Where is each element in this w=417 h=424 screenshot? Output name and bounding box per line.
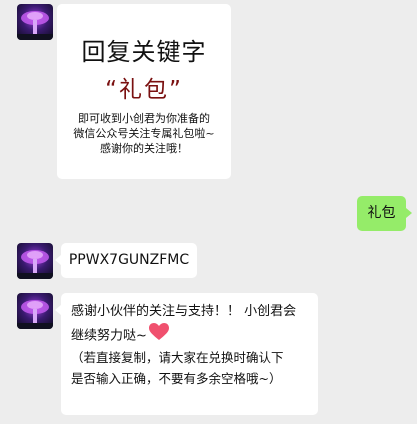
promo-card[interactable]: 回复关键字 “礼包” 即可收到小创君为你准备的 微信公众号关注专属礼包啦~ 感谢… xyxy=(57,4,231,179)
code-message-bubble[interactable]: PPWX7GUNZFMC xyxy=(55,243,197,278)
user-reply-bubble[interactable]: 礼包 xyxy=(357,196,412,231)
avatar[interactable] xyxy=(17,243,53,279)
thanks-text: 感谢小伙伴的关注与支持！！ 小创君会 继续努力哒~ xyxy=(71,301,310,349)
promo-keyword: “礼包” xyxy=(105,77,183,103)
heart-icon xyxy=(148,323,169,349)
thanks-line: 感谢小伙伴的关注与支持！！ 小创君会 xyxy=(71,304,297,319)
promo-desc-line: 微信公众号关注专属礼包啦~ xyxy=(73,127,215,140)
thanks-message-bubble[interactable]: 感谢小伙伴的关注与支持！！ 小创君会 继续努力哒~ （若直接复制，请大家在兑换时… xyxy=(55,293,318,415)
promo-title: 回复关键字 xyxy=(81,38,207,66)
thanks-note: （若直接复制，请大家在兑换时确认下 是否输入正确，不要有多余空格哦~） xyxy=(71,347,310,389)
promo-desc-line: 即可收到小创君为你准备的 xyxy=(78,112,210,125)
avatar[interactable] xyxy=(17,293,53,329)
avatar[interactable] xyxy=(17,4,53,40)
promo-description: 即可收到小创君为你准备的 微信公众号关注专属礼包啦~ 感谢你的关注哦！ xyxy=(67,111,221,156)
thanks-line-text: 继续努力哒~ xyxy=(71,328,147,344)
note-line: 是否输入正确，不要有多余空格哦~） xyxy=(71,371,282,386)
promo-desc-line: 感谢你的关注哦！ xyxy=(100,142,188,155)
thanks-line: 继续努力哒~ xyxy=(71,323,310,349)
note-line: （若直接复制，请大家在兑换时确认下 xyxy=(71,350,284,365)
